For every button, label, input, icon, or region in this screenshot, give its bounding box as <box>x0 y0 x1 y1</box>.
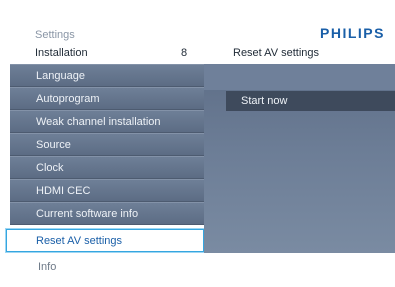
menu-item-label: Reset AV settings <box>36 235 123 247</box>
menu-item-clock[interactable]: Clock <box>10 156 204 179</box>
start-now-label: Start now <box>241 95 288 107</box>
menu-item-label: Weak channel installation <box>36 116 161 128</box>
menu-item-label: Autoprogram <box>36 93 100 105</box>
tv-settings-screen: Settings PHILIPS Installation 8 Reset AV… <box>0 0 395 287</box>
installation-menu: Language Autoprogram Weak channel instal… <box>0 64 204 253</box>
menu-item-source[interactable]: Source <box>10 133 204 156</box>
settings-title: Settings <box>35 29 75 41</box>
menu-item-label: Clock <box>36 162 64 174</box>
breadcrumb-count: 8 <box>181 47 188 59</box>
breadcrumb-selected-item: Reset AV settings <box>233 47 320 59</box>
menu-item-current-software-info[interactable]: Current software info <box>10 202 204 225</box>
philips-logo: PHILIPS <box>320 25 385 41</box>
breadcrumb: Installation 8 Reset AV settings <box>0 43 395 63</box>
breadcrumb-current: Installation <box>35 47 88 59</box>
menu-item-label: Current software info <box>36 208 139 220</box>
menu-item-language[interactable]: Language <box>10 64 204 87</box>
menu-item-label: HDMI CEC <box>36 185 91 197</box>
menu-item-label: Source <box>36 139 71 151</box>
menu-item-weak-channel-installation[interactable]: Weak channel installation <box>10 110 204 133</box>
start-now-button[interactable]: Start now <box>226 91 395 111</box>
menu-item-reset-av-settings[interactable]: Reset AV settings <box>6 229 204 252</box>
option-panel: Start now <box>204 64 395 253</box>
info-label[interactable]: Info <box>38 261 56 273</box>
menu-item-label: Language <box>36 70 85 82</box>
menu-item-hdmi-cec[interactable]: HDMI CEC <box>10 179 204 202</box>
menu-item-autoprogram[interactable]: Autoprogram <box>10 87 204 110</box>
panel-header-band <box>204 64 395 90</box>
